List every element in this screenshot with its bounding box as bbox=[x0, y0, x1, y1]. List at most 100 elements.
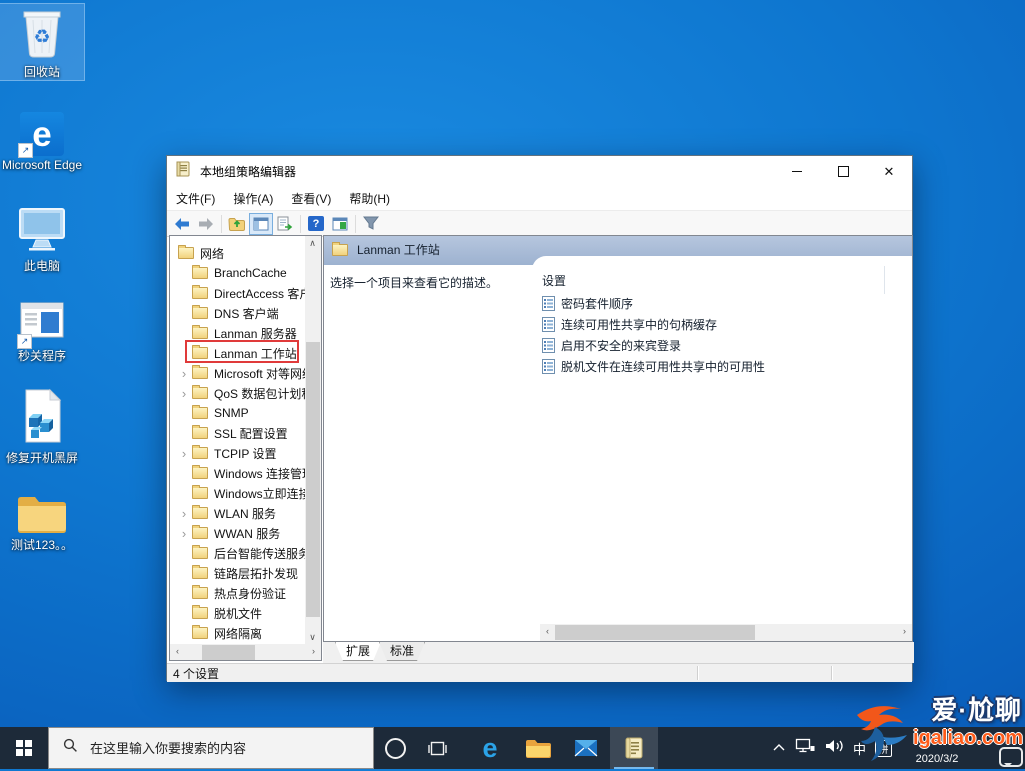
tree-item[interactable]: 脱机文件 bbox=[170, 603, 305, 623]
desktop-icon-edge[interactable]: e ↗ Microsoft Edge bbox=[0, 112, 84, 173]
tree-vertical-scrollbar[interactable]: ∧ ∨ bbox=[305, 236, 321, 645]
help-button[interactable]: ? bbox=[304, 213, 328, 235]
desktop-icon-registry-file[interactable]: 修复开机黑屏 bbox=[0, 388, 84, 466]
scroll-right-icon[interactable]: › bbox=[897, 624, 912, 639]
tree-item[interactable]: 链路层拓扑发现 bbox=[170, 563, 305, 583]
settings-column-header[interactable]: 设置 bbox=[542, 272, 566, 289]
taskbar-explorer-button[interactable] bbox=[514, 727, 562, 769]
chevron-right-icon[interactable]: › bbox=[176, 446, 192, 461]
forward-button[interactable] bbox=[194, 213, 218, 235]
maximize-button[interactable] bbox=[820, 156, 866, 187]
chevron-right-icon[interactable]: › bbox=[176, 526, 192, 541]
policy-setting-icon bbox=[542, 359, 555, 374]
windows-logo-icon bbox=[16, 740, 32, 756]
cortana-button[interactable] bbox=[374, 727, 416, 769]
tree-item[interactable]: ›WWAN 服务 bbox=[170, 523, 305, 543]
this-pc-icon bbox=[16, 206, 68, 257]
taskbar-mail-button[interactable] bbox=[562, 727, 610, 769]
tree-item[interactable]: ›QoS 数据包计划程序 bbox=[170, 383, 305, 403]
scrollbar-thumb[interactable] bbox=[202, 645, 255, 660]
start-button[interactable] bbox=[0, 727, 48, 769]
shortcut-arrow-icon: ↗ bbox=[17, 334, 32, 349]
folder-icon bbox=[192, 587, 208, 599]
folder-icon bbox=[192, 627, 208, 639]
results-horizontal-scrollbar[interactable]: ‹ › bbox=[540, 624, 912, 641]
desktop-icon-app-shortcut[interactable]: ↗ 秒关程序 bbox=[0, 300, 84, 364]
menu-view[interactable]: 查看(V) bbox=[282, 190, 340, 207]
tree-item[interactable]: ›Microsoft 对等网络 bbox=[170, 363, 305, 383]
taskbar-edge-button[interactable]: e bbox=[466, 727, 514, 769]
folder-icon bbox=[192, 267, 208, 279]
setting-item[interactable]: 连续可用性共享中的句柄缓存 bbox=[542, 314, 717, 335]
network-tray-button[interactable] bbox=[795, 737, 815, 759]
setting-item[interactable]: 密码套件顺序 bbox=[542, 293, 633, 314]
scroll-down-icon[interactable]: ∨ bbox=[305, 630, 320, 645]
volume-tray-button[interactable] bbox=[824, 738, 844, 759]
task-view-button[interactable] bbox=[416, 727, 458, 769]
parent-folder-button[interactable] bbox=[225, 213, 249, 235]
forward-icon bbox=[197, 216, 215, 232]
svg-text:♻: ♻ bbox=[33, 27, 50, 48]
chevron-right-icon[interactable]: › bbox=[176, 386, 192, 401]
toolbar-separator bbox=[300, 215, 301, 233]
export-list-button[interactable] bbox=[273, 213, 297, 235]
description-hint: 选择一个项目来查看它的描述。 bbox=[330, 274, 498, 291]
tree-item[interactable]: Windows 连接管理器 bbox=[170, 463, 305, 483]
tree-item[interactable]: DNS 客户端 bbox=[170, 303, 305, 323]
scroll-up-icon[interactable]: ∧ bbox=[305, 236, 320, 251]
show-console-tree-button[interactable] bbox=[249, 213, 273, 235]
setting-item[interactable]: 脱机文件在连续可用性共享中的可用性 bbox=[542, 356, 765, 377]
tree-item[interactable]: 网络隔离 bbox=[170, 623, 305, 643]
scroll-left-icon[interactable]: ‹ bbox=[540, 624, 555, 639]
desktop-icon-label: 此电脑 bbox=[24, 260, 60, 274]
taskbar-gpedit-button[interactable] bbox=[610, 727, 658, 769]
scrollbar-thumb[interactable] bbox=[555, 625, 755, 640]
tab-extended[interactable]: 扩展 bbox=[335, 642, 381, 661]
tree-item[interactable]: SNMP bbox=[170, 403, 305, 423]
tree-item[interactable]: ›TCPIP 设置 bbox=[170, 443, 305, 463]
scrollbar-thumb[interactable] bbox=[306, 342, 320, 617]
ime-language-indicator[interactable]: 中 bbox=[853, 739, 866, 758]
search-input[interactable] bbox=[88, 740, 342, 757]
show-hidden-icons-button[interactable] bbox=[772, 739, 786, 757]
scroll-left-icon[interactable]: ‹ bbox=[170, 644, 185, 659]
tab-standard[interactable]: 标准 bbox=[379, 642, 425, 661]
minimize-icon bbox=[792, 171, 802, 172]
tree-item[interactable]: 后台智能传送服务 bbox=[170, 543, 305, 563]
minimize-button[interactable] bbox=[774, 156, 820, 187]
gpedit-scroll-icon bbox=[623, 736, 645, 760]
taskbar-clock[interactable]: 2020/3/2 bbox=[901, 727, 973, 769]
tree-item[interactable]: ›WLAN 服务 bbox=[170, 503, 305, 523]
toolbar-separator bbox=[355, 215, 356, 233]
desktop-icon-recycle-bin[interactable]: ♻ 回收站 bbox=[0, 4, 84, 80]
tree-item[interactable]: Windows立即连接 bbox=[170, 483, 305, 503]
status-text: 4 个设置 bbox=[173, 665, 219, 682]
chevron-right-icon[interactable]: › bbox=[176, 366, 192, 381]
title-bar[interactable]: 本地组策略编辑器 ✕ bbox=[167, 156, 912, 187]
menu-help[interactable]: 帮助(H) bbox=[340, 190, 399, 207]
tree-item-network[interactable]: 网络 bbox=[170, 243, 305, 263]
tree-item[interactable]: BranchCache bbox=[170, 263, 305, 283]
tree-item[interactable]: 热点身份验证 bbox=[170, 583, 305, 603]
tree-item[interactable]: SSL 配置设置 bbox=[170, 423, 305, 443]
tree-horizontal-scrollbar[interactable]: ‹ › bbox=[170, 644, 321, 661]
gpedit-window: 本地组策略编辑器 ✕ 文件(F) 操作(A) 查看(V) 帮助(H) bbox=[166, 155, 913, 681]
folder-icon bbox=[192, 507, 208, 519]
search-icon bbox=[63, 738, 78, 758]
desktop-icon-test-folder[interactable]: 测试123。。 bbox=[0, 492, 84, 553]
chevron-right-icon[interactable]: › bbox=[176, 506, 192, 521]
ime-mode-icon[interactable]: 拼 bbox=[875, 740, 892, 757]
close-button[interactable]: ✕ bbox=[866, 156, 912, 187]
setting-item[interactable]: 启用不安全的来宾登录 bbox=[542, 335, 681, 356]
tree-item[interactable]: DirectAccess 客户端 bbox=[170, 283, 305, 303]
desktop-icon-this-pc[interactable]: 此电脑 bbox=[0, 206, 84, 274]
taskbar-search[interactable] bbox=[48, 727, 374, 769]
window-title: 本地组策略编辑器 bbox=[200, 163, 296, 180]
show-extended-pane-button[interactable] bbox=[328, 213, 352, 235]
menu-action[interactable]: 操作(A) bbox=[224, 190, 282, 207]
menu-file[interactable]: 文件(F) bbox=[167, 190, 224, 207]
back-button[interactable] bbox=[170, 213, 194, 235]
filter-button[interactable] bbox=[359, 213, 383, 235]
folder-icon bbox=[192, 287, 208, 299]
scroll-right-icon[interactable]: › bbox=[306, 644, 321, 659]
